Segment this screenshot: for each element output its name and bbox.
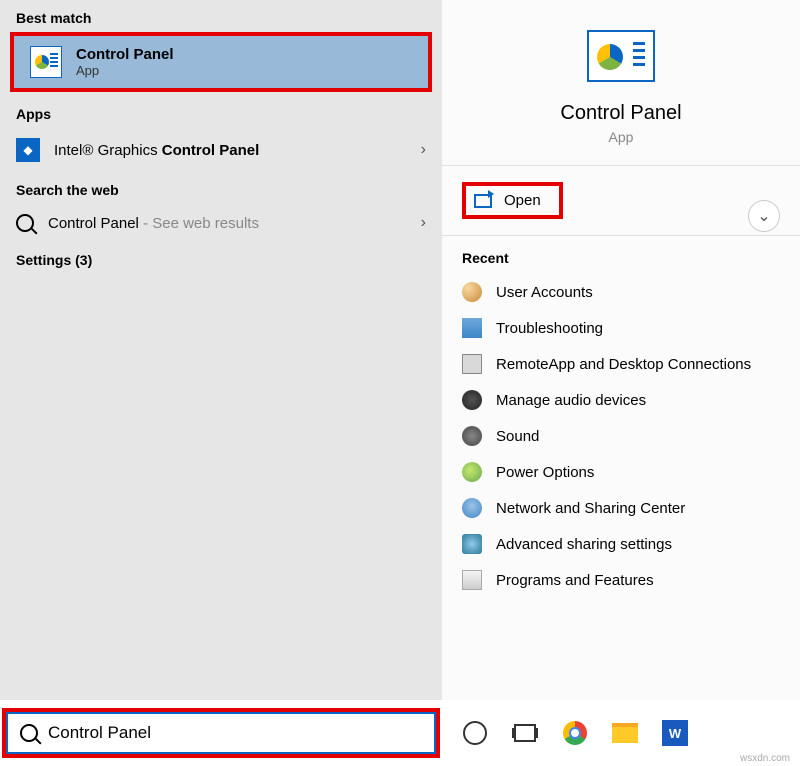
chrome-icon <box>563 721 587 745</box>
searchbox-highlight <box>2 708 440 758</box>
search-input[interactable] <box>48 723 422 743</box>
open-button[interactable]: Open <box>462 182 563 219</box>
app-label: Intel® Graphics Control Panel <box>54 142 407 159</box>
app-intel-graphics-control-panel[interactable]: ◆ Intel® Graphics Control Panel › <box>0 128 442 172</box>
control-panel-large-icon <box>587 30 655 82</box>
web-label: Control Panel - See web results <box>48 215 407 232</box>
taskbar: W <box>0 700 800 766</box>
taskview-button[interactable] <box>510 718 540 748</box>
results-panel: Best match Control Panel App Apps ◆ Inte… <box>0 0 442 700</box>
detail-subtitle: App <box>609 129 634 145</box>
detail-title: Control Panel <box>560 102 681 125</box>
cortana-icon <box>463 721 487 745</box>
search-box[interactable] <box>6 712 436 754</box>
recent-programs-features[interactable]: Programs and Features <box>442 562 800 598</box>
cortana-button[interactable] <box>460 718 490 748</box>
network-icon <box>462 498 482 518</box>
recent-remoteapp[interactable]: RemoteApp and Desktop Connections <box>442 346 800 382</box>
detail-header: Control Panel App <box>442 0 800 166</box>
open-icon <box>474 194 492 208</box>
recent-user-accounts[interactable]: User Accounts <box>442 274 800 310</box>
recent-advanced-sharing[interactable]: Advanced sharing settings <box>442 526 800 562</box>
programs-icon <box>462 570 482 590</box>
users-icon <box>462 282 482 302</box>
apps-header: Apps <box>0 96 442 128</box>
taskbar-icons: W <box>460 718 690 748</box>
intel-icon: ◆ <box>16 138 40 162</box>
word-icon: W <box>662 720 688 746</box>
control-panel-icon <box>30 46 62 78</box>
settings-header[interactable]: Settings (3) <box>0 242 442 274</box>
best-match-text: Control Panel App <box>76 46 174 78</box>
troubleshoot-icon <box>462 318 482 338</box>
audio-icon <box>462 390 482 410</box>
watermark: wsxdn.com <box>740 753 790 764</box>
chevron-right-icon[interactable]: › <box>421 141 426 159</box>
recent-sound[interactable]: Sound <box>442 418 800 454</box>
search-web-header: Search the web <box>0 172 442 204</box>
recent-audio-devices[interactable]: Manage audio devices <box>442 382 800 418</box>
remoteapp-icon <box>462 354 482 374</box>
search-icon <box>16 214 34 232</box>
best-match-control-panel[interactable]: Control Panel App <box>10 32 432 92</box>
open-label: Open <box>504 192 541 209</box>
chevron-right-icon[interactable]: › <box>421 214 426 232</box>
detail-panel: Control Panel App Open ⌄ Recent User Acc… <box>442 0 800 700</box>
web-control-panel[interactable]: Control Panel - See web results › <box>0 204 442 242</box>
search-icon <box>20 724 38 742</box>
recent-power-options[interactable]: Power Options <box>442 454 800 490</box>
explorer-icon <box>612 723 638 743</box>
best-match-subtitle: App <box>76 63 174 78</box>
recent-troubleshooting[interactable]: Troubleshooting <box>442 310 800 346</box>
recent-header: Recent <box>442 236 800 274</box>
sound-icon <box>462 426 482 446</box>
taskview-icon <box>514 724 536 742</box>
power-icon <box>462 462 482 482</box>
best-match-title: Control Panel <box>76 46 174 63</box>
advanced-icon <box>462 534 482 554</box>
expand-button[interactable]: ⌄ <box>748 200 780 232</box>
explorer-button[interactable] <box>610 718 640 748</box>
recent-network-sharing[interactable]: Network and Sharing Center <box>442 490 800 526</box>
chrome-button[interactable] <box>560 718 590 748</box>
best-match-header: Best match <box>0 0 442 32</box>
open-row: Open ⌄ <box>442 166 800 236</box>
word-button[interactable]: W <box>660 718 690 748</box>
